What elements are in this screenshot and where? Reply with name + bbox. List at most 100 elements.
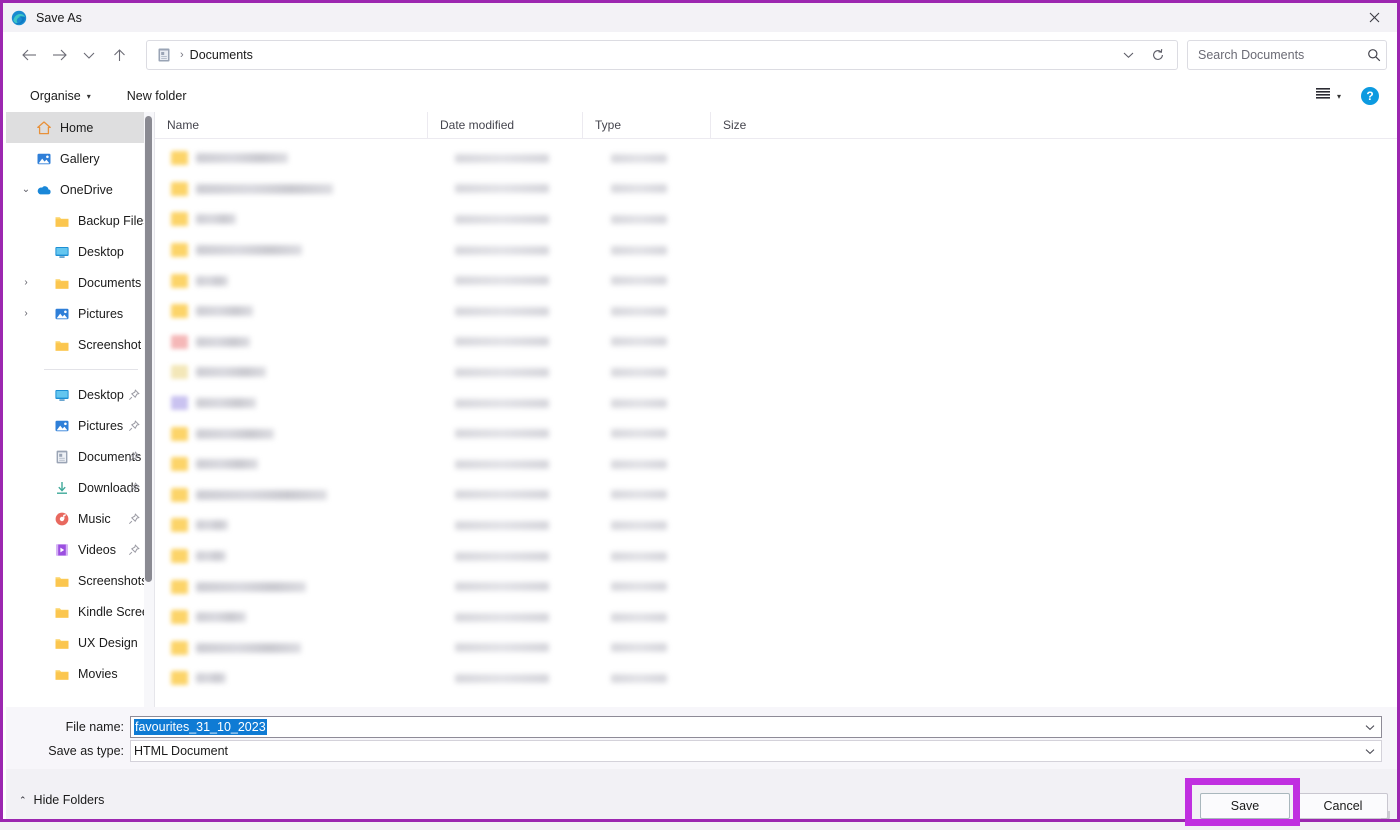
sidebar-item-label: Pictures <box>78 418 124 433</box>
column-header-name[interactable]: Name ⌃ <box>155 112 427 138</box>
sidebar-item-label: Backup Files <box>78 213 150 228</box>
videos-icon <box>54 542 70 558</box>
sidebar-item-screenshots[interactable]: Screenshots <box>6 565 154 596</box>
sidebar-scrollbar-thumb[interactable] <box>145 116 152 582</box>
up-icon[interactable] <box>104 40 134 70</box>
file-row[interactable] <box>155 633 1397 664</box>
chevron-down-icon: ▾ <box>86 91 91 101</box>
sidebar-item-ux-design[interactable]: UX Design <box>6 627 154 658</box>
file-name-input[interactable]: favourites_31_10_2023 <box>130 716 1382 738</box>
cancel-button[interactable]: Cancel <box>1298 793 1388 819</box>
sidebar-item-onedrive[interactable]: ⌄ OneDrive <box>6 174 154 205</box>
recent-locations-icon[interactable] <box>74 40 104 70</box>
file-icon <box>171 487 188 502</box>
file-row[interactable] <box>155 480 1397 511</box>
resize-grip-icon[interactable] <box>1380 807 1390 819</box>
command-toolbar: Organise ▾ New folder ▾ ? <box>6 80 1397 112</box>
file-row[interactable] <box>155 418 1397 449</box>
save-as-type-row: Save as type: HTML Document <box>6 739 1397 763</box>
file-icon <box>171 671 188 686</box>
file-row[interactable] <box>155 357 1397 388</box>
hide-folders-button[interactable]: ⌃ Hide Folders <box>19 793 104 807</box>
help-button[interactable]: ? <box>1361 87 1379 105</box>
pin-icon[interactable] <box>128 512 140 525</box>
sidebar-item-movies[interactable]: Movies <box>6 658 154 689</box>
sidebar-item-kindle-screensho[interactable]: Kindle Screensho <box>6 596 154 627</box>
new-folder-button[interactable]: New folder <box>121 83 193 109</box>
back-icon[interactable] <box>14 40 44 70</box>
file-row[interactable] <box>155 388 1397 419</box>
search-placeholder: Search Documents <box>1198 48 1305 62</box>
sidebar-item-backup-files[interactable]: Backup Files <box>6 205 154 236</box>
file-name-redacted <box>196 183 333 194</box>
save-as-type-value: HTML Document <box>134 744 229 758</box>
search-icon[interactable] <box>1362 48 1386 62</box>
file-date-redacted <box>455 214 549 224</box>
address-chevron-down-icon[interactable] <box>1113 42 1143 68</box>
sidebar-item-pictures[interactable]: › Pictures <box>6 298 154 329</box>
sidebar-item-screenshot[interactable]: Screenshot <box>6 329 154 360</box>
file-row[interactable] <box>155 541 1397 572</box>
forward-icon[interactable] <box>44 40 74 70</box>
save-button[interactable]: Save <box>1200 793 1290 819</box>
window-title: Save As <box>36 10 82 25</box>
pin-icon[interactable] <box>128 543 140 556</box>
sidebar-item-pictures[interactable]: Pictures <box>6 410 154 441</box>
chevron-right-icon[interactable]: › <box>16 308 36 319</box>
file-icon <box>171 181 188 196</box>
file-date-redacted <box>455 429 549 439</box>
save-as-type-label: Save as type: <box>48 744 124 758</box>
column-header-date-modified[interactable]: Date modified <box>427 112 582 138</box>
file-icon <box>171 640 188 655</box>
file-row[interactable] <box>155 143 1397 174</box>
chevron-right-icon[interactable]: › <box>16 277 36 288</box>
file-row[interactable] <box>155 265 1397 296</box>
file-name-redacted <box>196 520 228 531</box>
file-row[interactable] <box>155 602 1397 633</box>
file-name-row: File name: favourites_31_10_2023 <box>6 715 1397 739</box>
breadcrumb-path[interactable]: Documents <box>190 48 253 62</box>
file-name-redacted <box>196 275 228 286</box>
file-row[interactable] <box>155 296 1397 327</box>
file-name-chevron-down-icon[interactable] <box>1359 724 1381 731</box>
file-row[interactable] <box>155 663 1397 694</box>
pictures-icon <box>54 418 70 434</box>
folder-icon <box>54 666 70 682</box>
folder-icon <box>54 604 70 620</box>
sidebar-item-label: Desktop <box>78 244 124 259</box>
save-as-type-select[interactable]: HTML Document <box>130 740 1382 762</box>
refresh-icon[interactable] <box>1143 42 1173 68</box>
file-row[interactable] <box>155 204 1397 235</box>
pin-icon[interactable] <box>128 419 140 432</box>
file-row[interactable] <box>155 449 1397 480</box>
sidebar-item-desktop[interactable]: Desktop <box>6 379 154 410</box>
file-row[interactable] <box>155 327 1397 358</box>
sidebar-item-home[interactable]: Home <box>6 112 154 143</box>
sidebar-item-documents[interactable]: › Documents <box>6 267 154 298</box>
file-name-redacted <box>196 489 327 500</box>
chevron-down-icon[interactable]: ⌄ <box>16 184 36 195</box>
sidebar-item-downloads[interactable]: Downloads <box>6 472 154 503</box>
sidebar-item-videos[interactable]: Videos <box>6 534 154 565</box>
view-mode-button[interactable]: ▾ <box>1315 87 1341 105</box>
search-input[interactable]: Search Documents <box>1187 40 1387 70</box>
pin-icon[interactable] <box>128 388 140 401</box>
column-header-size[interactable]: Size <box>710 112 797 138</box>
sidebar-item-desktop[interactable]: Desktop <box>6 236 154 267</box>
close-icon[interactable] <box>1352 3 1397 32</box>
pin-icon[interactable] <box>128 450 140 463</box>
save-as-type-chevron-down-icon[interactable] <box>1359 748 1381 755</box>
organise-button[interactable]: Organise ▾ <box>24 83 97 109</box>
file-row[interactable] <box>155 510 1397 541</box>
address-bar[interactable]: › Documents <box>146 40 1178 70</box>
file-row[interactable] <box>155 235 1397 266</box>
file-name-redacted <box>196 398 256 409</box>
sidebar-item-gallery[interactable]: Gallery <box>6 143 154 174</box>
file-row[interactable] <box>155 571 1397 602</box>
file-row[interactable] <box>155 174 1397 205</box>
file-icon <box>171 426 188 441</box>
pin-icon[interactable] <box>128 481 140 494</box>
sidebar-item-music[interactable]: Music <box>6 503 154 534</box>
sidebar-item-documents[interactable]: Documents <box>6 441 154 472</box>
column-header-type[interactable]: Type <box>582 112 710 138</box>
